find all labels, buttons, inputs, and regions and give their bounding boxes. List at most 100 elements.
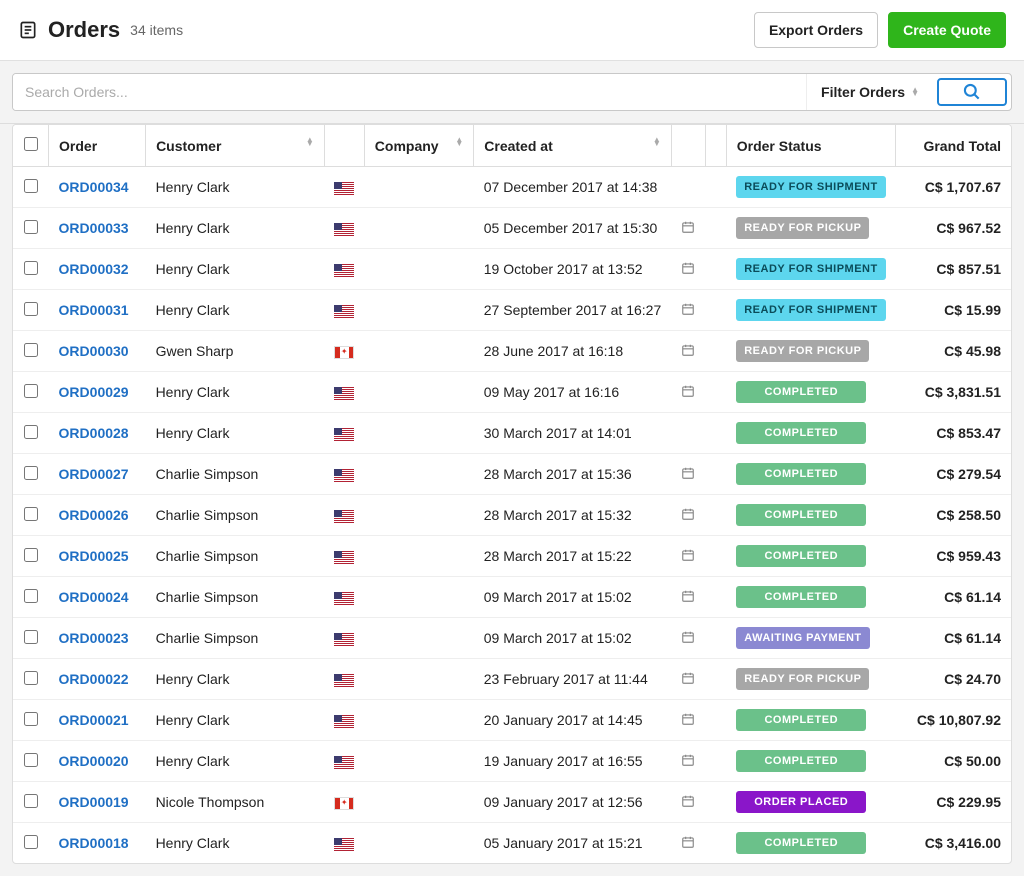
- header-calendar: [671, 125, 705, 167]
- page-title: Orders: [48, 17, 120, 43]
- created-at: 09 May 2017 at 16:16: [474, 372, 671, 413]
- order-link[interactable]: ORD00020: [59, 753, 129, 769]
- row-checkbox[interactable]: [24, 384, 38, 398]
- grand-total: C$ 279.54: [896, 454, 1011, 495]
- order-link[interactable]: ORD00028: [59, 425, 129, 441]
- row-checkbox[interactable]: [24, 261, 38, 275]
- table-row[interactable]: ORD00027Charlie Simpson28 March 2017 at …: [13, 454, 1011, 495]
- calendar-icon: [681, 671, 695, 685]
- order-link[interactable]: ORD00027: [59, 466, 129, 482]
- table-row[interactable]: ORD00031Henry Clark27 September 2017 at …: [13, 290, 1011, 331]
- select-all-checkbox[interactable]: [24, 137, 38, 151]
- country-flag-icon: [334, 264, 354, 277]
- status-badge: COMPLETED: [736, 545, 866, 567]
- order-link[interactable]: ORD00033: [59, 220, 129, 236]
- table-row[interactable]: ORD00033Henry Clark05 December 2017 at 1…: [13, 208, 1011, 249]
- row-checkbox[interactable]: [24, 630, 38, 644]
- company-cell: [364, 372, 473, 413]
- row-checkbox[interactable]: [24, 794, 38, 808]
- table-row[interactable]: ORD00021Henry Clark20 January 2017 at 14…: [13, 700, 1011, 741]
- row-checkbox[interactable]: [24, 712, 38, 726]
- order-link[interactable]: ORD00034: [59, 179, 129, 195]
- row-checkbox[interactable]: [24, 753, 38, 767]
- grand-total: C$ 24.70: [896, 659, 1011, 700]
- row-checkbox[interactable]: [24, 179, 38, 193]
- header-created[interactable]: Created at▲▼: [474, 125, 671, 167]
- status-badge: READY FOR PICKUP: [736, 668, 869, 690]
- status-badge: COMPLETED: [736, 586, 866, 608]
- row-checkbox[interactable]: [24, 302, 38, 316]
- header-status[interactable]: Order Status: [726, 125, 895, 167]
- row-checkbox[interactable]: [24, 548, 38, 562]
- created-at: 19 January 2017 at 16:55: [474, 741, 671, 782]
- table-row[interactable]: ORD00028Henry Clark30 March 2017 at 14:0…: [13, 413, 1011, 454]
- header-company[interactable]: Company▲▼: [364, 125, 473, 167]
- row-checkbox[interactable]: [24, 671, 38, 685]
- order-link[interactable]: ORD00025: [59, 548, 129, 564]
- sort-indicator-icon: ▲▼: [653, 138, 661, 146]
- calendar-cell: [671, 454, 705, 495]
- row-checkbox[interactable]: [24, 425, 38, 439]
- order-link[interactable]: ORD00029: [59, 384, 129, 400]
- export-orders-button[interactable]: Export Orders: [754, 12, 878, 48]
- customer-name: Henry Clark: [146, 208, 325, 249]
- row-checkbox[interactable]: [24, 466, 38, 480]
- created-at: 05 January 2017 at 15:21: [474, 823, 671, 864]
- row-checkbox[interactable]: [24, 835, 38, 849]
- search-icon: [962, 82, 982, 102]
- order-link[interactable]: ORD00019: [59, 794, 129, 810]
- order-link[interactable]: ORD00030: [59, 343, 129, 359]
- status-badge: ORDER PLACED: [736, 791, 866, 813]
- order-link[interactable]: ORD00021: [59, 712, 129, 728]
- table-row[interactable]: ORD00020 Henry Clark 19 January 2017 at 16…: [13, 741, 1011, 782]
- row-checkbox[interactable]: [24, 589, 38, 603]
- country-flag-icon: [334, 223, 354, 236]
- customer-name: Henry Clark: [146, 741, 325, 782]
- order-link[interactable]: ORD00023: [59, 630, 129, 646]
- status-badge: READY FOR SHIPMENT: [736, 258, 885, 280]
- search-input[interactable]: [13, 74, 806, 110]
- order-link[interactable]: ORD00024: [59, 589, 129, 605]
- order-link[interactable]: ORD00018: [59, 835, 129, 851]
- grand-total: C$ 857.51: [896, 249, 1011, 290]
- table-row[interactable]: ORD00029Henry Clark09 May 2017 at 16:16C…: [13, 372, 1011, 413]
- header-customer[interactable]: Customer▲▼: [146, 125, 325, 167]
- company-cell: [364, 454, 473, 495]
- calendar-cell: [671, 618, 705, 659]
- table-row[interactable]: ORD00034Henry Clark07 December 2017 at 1…: [13, 167, 1011, 208]
- calendar-icon: [681, 712, 695, 726]
- order-link[interactable]: ORD00031: [59, 302, 129, 318]
- table-row[interactable]: ORD00030Gwen Sharp✦28 June 2017 at 16:18…: [13, 331, 1011, 372]
- row-checkbox[interactable]: [24, 220, 38, 234]
- create-quote-button[interactable]: Create Quote: [888, 12, 1006, 48]
- table-row[interactable]: ORD00022Henry Clark23 February 2017 at 1…: [13, 659, 1011, 700]
- created-at: 09 March 2017 at 15:02: [474, 577, 671, 618]
- order-link[interactable]: ORD00026: [59, 507, 129, 523]
- table-row[interactable]: ORD00025Charlie Simpson28 March 2017 at …: [13, 536, 1011, 577]
- table-row[interactable]: ORD00018Henry Clark05 January 2017 at 15…: [13, 823, 1011, 864]
- calendar-icon: [681, 589, 695, 603]
- created-at: 07 December 2017 at 14:38: [474, 167, 671, 208]
- company-cell: [364, 167, 473, 208]
- calendar-cell: [671, 700, 705, 741]
- table-row[interactable]: ORD00023Charlie Simpson09 March 2017 at …: [13, 618, 1011, 659]
- calendar-cell: [671, 331, 705, 372]
- table-row[interactable]: ORD00032Henry Clark19 October 2017 at 13…: [13, 249, 1011, 290]
- company-cell: [364, 577, 473, 618]
- table-row[interactable]: ORD00026Charlie Simpson28 March 2017 at …: [13, 495, 1011, 536]
- order-link[interactable]: ORD00022: [59, 671, 129, 687]
- header-order[interactable]: Order: [49, 125, 146, 167]
- row-checkbox[interactable]: [24, 343, 38, 357]
- header-total[interactable]: Grand Total: [896, 125, 1011, 167]
- grand-total: C$ 3,831.51: [896, 372, 1011, 413]
- table-row[interactable]: ORD00019Nicole Thompson✦09 January 2017 …: [13, 782, 1011, 823]
- table-row[interactable]: ORD00024Charlie Simpson09 March 2017 at …: [13, 577, 1011, 618]
- customer-name: Charlie Simpson: [146, 536, 325, 577]
- order-link[interactable]: ORD00032: [59, 261, 129, 277]
- filter-orders-toggle[interactable]: Filter Orders ▲▼: [806, 74, 933, 110]
- created-at: 27 September 2017 at 16:27: [474, 290, 671, 331]
- country-flag-icon: [334, 305, 354, 318]
- row-checkbox[interactable]: [24, 507, 38, 521]
- search-button[interactable]: [937, 78, 1007, 106]
- calendar-cell: [671, 782, 705, 823]
